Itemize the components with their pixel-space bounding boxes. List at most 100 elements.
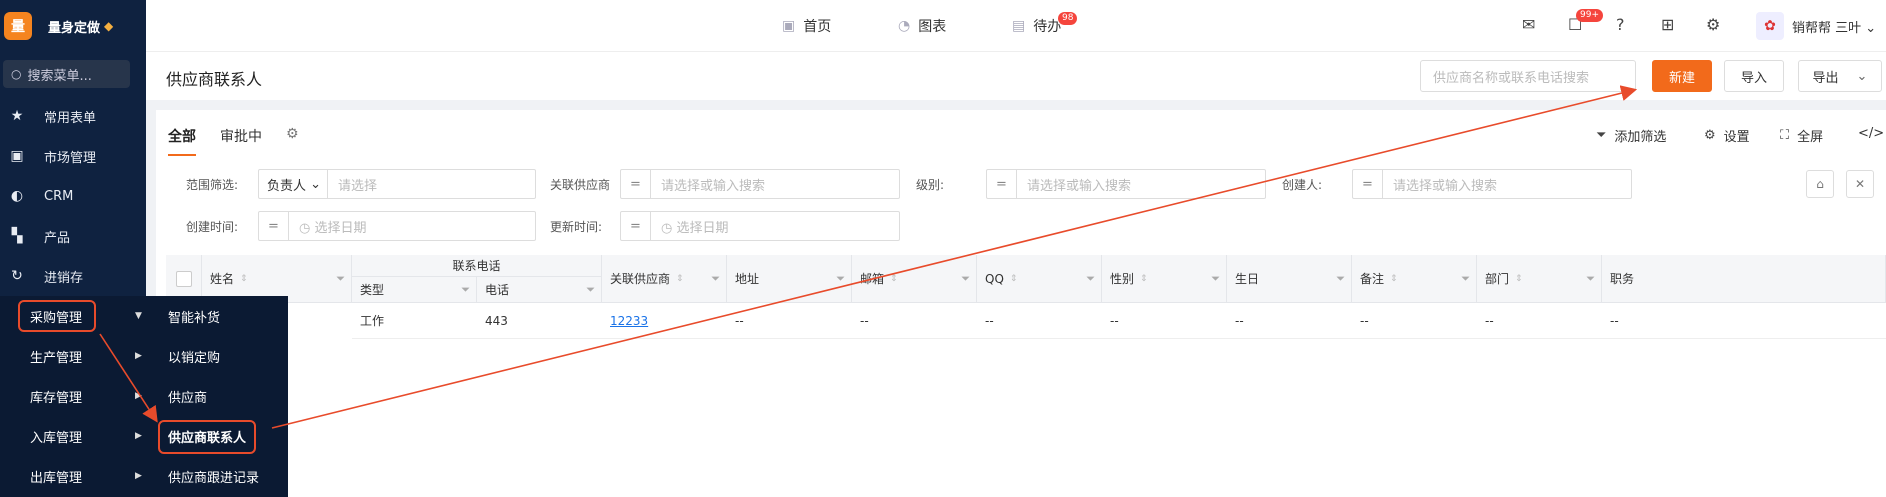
select-all-checkbox[interactable] (175, 270, 192, 287)
sidebar-item-label: CRM (44, 188, 74, 204)
cell-supplier-link[interactable]: 12233 (602, 303, 727, 339)
sort-icon: ⇕ (240, 273, 248, 284)
code-button[interactable]: </> (1858, 126, 1884, 141)
clock-icon: ◷ (299, 220, 311, 236)
add-filter-button[interactable]: ⏷ 添加筛选 (1596, 126, 1666, 145)
add-filter-label: 添加筛选 (1614, 130, 1667, 145)
todo-badge: 98 (1058, 12, 1078, 25)
col-qq-label: QQ (985, 271, 1004, 286)
filter-icon[interactable]: ⏷ (1211, 272, 1220, 286)
scope-filter[interactable]: 负责人 ⌄ 请选择 (258, 169, 536, 199)
submenu-item-stock[interactable]: 库存管理 (30, 387, 82, 406)
caret-right-icon: ▶ (135, 431, 142, 441)
submenu-item-inbound[interactable]: 入库管理 (30, 427, 82, 446)
level-filter[interactable]: = 请选择或输入搜索 (986, 169, 1266, 199)
import-button[interactable]: 导入 (1724, 60, 1784, 92)
apps-icon[interactable]: ⊞ (1661, 15, 1674, 34)
level-placeholder: 请选择或输入搜索 (1027, 178, 1132, 194)
sort-icon: ⇕ (1009, 273, 1018, 284)
operator-eq[interactable]: = (987, 170, 1017, 198)
filter-icon[interactable]: ⏷ (461, 283, 470, 297)
clipboard-icon: ▣ (10, 148, 24, 164)
sidebar-item-product[interactable]: ▚ 产品 (0, 216, 146, 256)
nav-todo[interactable]: ▤ 待办 (1012, 16, 1061, 36)
submenu-item-outbound[interactable]: 出库管理 (30, 467, 82, 486)
filter-icon[interactable]: ⏷ (1336, 272, 1345, 286)
operator-eq[interactable]: = (621, 212, 651, 240)
nav-charts[interactable]: ◔ 图表 (898, 16, 946, 36)
filter-icon[interactable]: ⏷ (1086, 272, 1095, 286)
col-email[interactable]: 邮箱 ⇕ ⏷ (852, 255, 977, 303)
settings-button[interactable]: ⚙ 设置 (1704, 126, 1750, 145)
col-address[interactable]: 地址 ⏷ (727, 255, 852, 303)
scope-select[interactable]: 负责人 ⌄ (259, 170, 329, 198)
tab-settings-icon[interactable]: ⚙ (286, 126, 299, 142)
col-phone[interactable]: 电话 ⏷ (477, 277, 602, 303)
col-supplier-label: 关联供应商 (610, 272, 671, 286)
top-header: ▣ 首页 ◔ 图表 ▤ 待办 98 ✉ ☐ 99+ ? ⊞ ⚙ ✿ 销帮帮 三叶… (146, 0, 1886, 52)
save-filter-icon[interactable]: ⌂ (1806, 170, 1834, 198)
submenu-item-supplier[interactable]: 供应商 (168, 387, 207, 406)
col-supplier[interactable]: 关联供应商 ⇕ ⏷ (602, 255, 727, 303)
page-title: 供应商联系人 (166, 70, 263, 89)
supplier-filter[interactable]: = 请选择或输入搜索 (620, 169, 900, 199)
operator-eq[interactable]: = (1353, 170, 1383, 198)
clear-filter-icon[interactable]: ✕ (1846, 170, 1874, 198)
cell-type: 工作 (352, 303, 477, 339)
tab-pending[interactable]: 审批中 (220, 126, 262, 146)
filter-icon[interactable]: ⏷ (836, 272, 845, 286)
nav-home[interactable]: ▣ 首页 (782, 16, 831, 36)
filter-icon[interactable]: ⏷ (1461, 272, 1470, 286)
filter-icon[interactable]: ⏷ (586, 283, 595, 297)
creator-filter[interactable]: = 请选择或输入搜索 (1352, 169, 1632, 199)
col-job[interactable]: 职务 (1602, 255, 1886, 303)
export-button[interactable]: 导出 ⌄ (1798, 60, 1882, 92)
filter-icon[interactable]: ⏷ (711, 272, 720, 286)
mail-icon[interactable]: ✉ (1522, 15, 1535, 34)
caret-right-icon: ▶ (135, 471, 142, 481)
col-type[interactable]: 类型 ⏷ (352, 277, 477, 303)
col-gender[interactable]: 性别 ⇕ ⏷ (1102, 255, 1227, 303)
submenu-row: 出库管理 ▶ 供应商跟进记录 (0, 456, 288, 496)
filter-icon[interactable]: ⏷ (1586, 272, 1595, 286)
col-remark[interactable]: 备注 ⇕ ⏷ (1352, 255, 1477, 303)
gear-icon[interactable]: ⚙ (1706, 15, 1720, 34)
tab-all[interactable]: 全部 (168, 126, 196, 146)
operator-eq[interactable]: = (621, 170, 651, 198)
caret-down-icon: ▼ (135, 311, 142, 321)
col-dept[interactable]: 部门 ⇕ ⏷ (1477, 255, 1602, 303)
search-input[interactable]: 供应商名称或联系电话搜索 (1420, 60, 1636, 92)
help-icon[interactable]: ? (1616, 15, 1625, 34)
sidebar-item-inventory[interactable]: ↻ 进销存 (0, 256, 146, 296)
menu-search-placeholder: 搜索菜单... (27, 68, 92, 84)
clock-icon: ◷ (661, 220, 673, 236)
updated-filter[interactable]: = ◷ 选择日期 (620, 211, 900, 241)
col-birthday[interactable]: 生日 ⏷ (1227, 255, 1352, 303)
filter-icon[interactable]: ⏷ (961, 272, 970, 286)
created-placeholder-text: 选择日期 (314, 220, 367, 236)
user-menu[interactable]: 销帮帮 三叶 ⌄ (1792, 17, 1876, 36)
diamond-icon: ◆ (104, 19, 114, 33)
home-icon: ▣ (782, 18, 796, 34)
operator-eq[interactable]: = (259, 212, 289, 240)
menu-search-input[interactable]: ○ 搜索菜单... (3, 60, 130, 88)
submenu-item-supplier-followup[interactable]: 供应商跟进记录 (168, 467, 259, 486)
sidebar-item-market[interactable]: ▣ 市场管理 (0, 136, 146, 176)
col-group-phone: 联系电话 (352, 255, 602, 277)
submenu-item-sales-based-purchase[interactable]: 以销定购 (168, 347, 220, 366)
sidebar-item-crm[interactable]: ◐ CRM (0, 176, 146, 216)
calendar-icon: ▤ (1012, 18, 1026, 34)
new-button[interactable]: 新建 (1652, 60, 1712, 92)
sidebar-item-label: 常用表单 (44, 110, 97, 126)
sidebar-item-common-forms[interactable]: ★ 常用表单 (0, 96, 146, 136)
sort-icon: ⇕ (1140, 273, 1148, 284)
submenu-item-smart-restock[interactable]: 智能补货 (168, 307, 220, 326)
annotation-highlight-purchase (18, 300, 96, 332)
col-qq[interactable]: QQ ⇕ ⏷ (977, 255, 1102, 303)
submenu-item-production[interactable]: 生产管理 (30, 347, 82, 366)
created-filter[interactable]: = ◷ 选择日期 (258, 211, 536, 241)
brand[interactable]: 量 量身定做 ◆ (0, 0, 146, 52)
fullscreen-button[interactable]: ⛶ 全屏 (1780, 126, 1823, 145)
filter-icon[interactable]: ⏷ (336, 272, 345, 286)
avatar[interactable]: ✿ (1756, 12, 1784, 40)
